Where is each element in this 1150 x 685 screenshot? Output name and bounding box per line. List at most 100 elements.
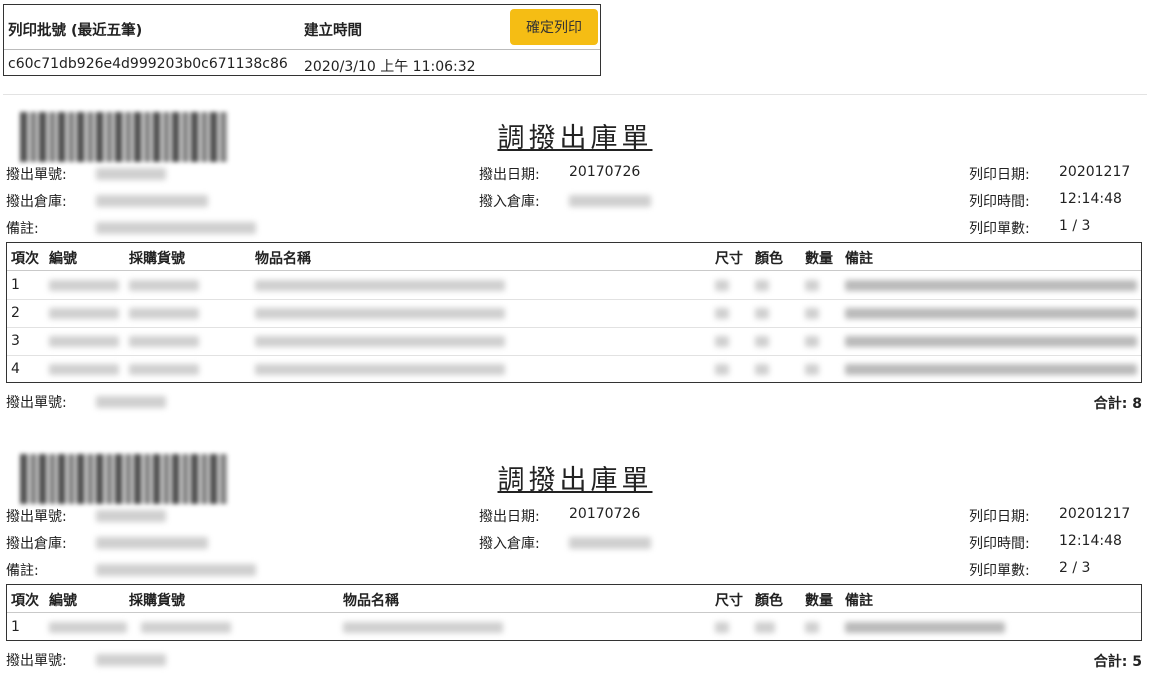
table-row: 2 (7, 299, 1141, 328)
total-quantity: 合計: 8 (1094, 393, 1142, 413)
col-purchase-header: 採購貨號 (129, 251, 185, 267)
out-warehouse-value-redacted (96, 537, 208, 549)
redacted-cell (845, 336, 1137, 347)
col-remark-header: 備註 (845, 251, 873, 267)
redacted-cell (715, 336, 729, 347)
out-no-value-redacted (96, 168, 166, 180)
redacted-cell (845, 280, 1137, 291)
redacted-cell (715, 308, 729, 319)
print-time-value: 12:14:48 (1059, 191, 1122, 207)
redacted-cell (845, 364, 1137, 375)
redacted-cell (845, 308, 1137, 319)
row-seq: 1 (11, 277, 20, 293)
print-time-label: 列印時間: (969, 536, 1030, 552)
batch-header-row: 列印批號 (最近五筆) 建立時間 確定列印 (4, 5, 600, 50)
confirm-print-button[interactable]: 確定列印 (510, 9, 598, 45)
col-size-header: 尺寸 (715, 593, 743, 609)
out-no-value-redacted (96, 510, 166, 522)
redacted-cell (755, 336, 769, 347)
out-date-label: 撥出日期: (479, 509, 540, 525)
table-row: 3 (7, 327, 1141, 356)
row-seq: 1 (11, 619, 20, 635)
redacted-cell (141, 622, 231, 633)
redacted-cell (49, 308, 119, 319)
row-seq: 4 (11, 361, 20, 377)
redacted-cell (129, 364, 199, 375)
total-label: 合計: (1093, 396, 1128, 412)
out-warehouse-label: 撥出倉庫: (6, 536, 67, 552)
print-time-value: 12:14:48 (1059, 533, 1122, 549)
col-qty-header: 數量 (805, 593, 833, 609)
created-time-column-header: 建立時間 (304, 23, 362, 39)
redacted-cell (715, 280, 729, 291)
redacted-cell (49, 622, 127, 633)
items-table: 項次 編號 採購貨號 物品名稱 尺寸 顏色 數量 備註 1 2 3 4 (6, 242, 1142, 383)
batch-id: c60c71db926e4d999203b0c671138c86 (8, 56, 288, 72)
print-date-label: 列印日期: (969, 167, 1030, 183)
print-count-value: 1 / 3 (1059, 218, 1091, 234)
row-seq: 2 (11, 305, 20, 321)
print-time-label: 列印時間: (969, 194, 1030, 210)
remark-label: 備註: (6, 563, 39, 579)
redacted-cell (715, 622, 729, 633)
col-remark-header: 備註 (845, 593, 873, 609)
print-batch-table: 列印批號 (最近五筆) 建立時間 確定列印 c60c71db926e4d9992… (3, 4, 601, 76)
batch-column-header: 列印批號 (最近五筆) (8, 23, 143, 39)
out-date-value: 20170726 (569, 506, 641, 522)
col-name-header: 物品名稱 (343, 593, 399, 609)
redacted-cell (805, 364, 819, 375)
items-table-header: 項次 編號 採購貨號 物品名稱 尺寸 顏色 數量 備註 (7, 243, 1141, 271)
redacted-cell (49, 280, 119, 291)
redacted-cell (805, 308, 819, 319)
footer-out-no-label: 撥出單號: (6, 653, 67, 669)
redacted-cell (805, 336, 819, 347)
total-value: 5 (1132, 654, 1142, 670)
redacted-cell (755, 280, 769, 291)
table-row: 1 (7, 271, 1141, 300)
col-seq-header: 項次 (11, 251, 39, 267)
in-warehouse-label: 撥入倉庫: (479, 194, 540, 210)
out-date-label: 撥出日期: (479, 167, 540, 183)
col-color-header: 顏色 (755, 593, 783, 609)
total-label: 合計: (1093, 654, 1128, 670)
col-name-header: 物品名稱 (255, 251, 311, 267)
out-warehouse-value-redacted (96, 195, 208, 207)
redacted-cell (755, 364, 769, 375)
redacted-cell (343, 622, 503, 633)
redacted-cell (129, 308, 199, 319)
redacted-cell (255, 364, 505, 375)
table-row: 1 (7, 613, 1141, 641)
in-warehouse-value-redacted (569, 195, 651, 207)
footer-out-no-redacted (96, 396, 166, 408)
col-color-header: 顏色 (755, 251, 783, 267)
redacted-cell (755, 308, 769, 319)
remark-label: 備註: (6, 221, 39, 237)
redacted-cell (755, 622, 775, 633)
section-divider (3, 94, 1147, 95)
redacted-cell (255, 336, 505, 347)
redacted-cell (49, 336, 119, 347)
out-date-value: 20170726 (569, 164, 641, 180)
redacted-cell (129, 280, 199, 291)
out-warehouse-label: 撥出倉庫: (6, 194, 67, 210)
redacted-cell (715, 364, 729, 375)
print-count-label: 列印單數: (969, 563, 1030, 579)
redacted-cell (805, 280, 819, 291)
batch-row[interactable]: c60c71db926e4d999203b0c671138c86 2020/3/… (4, 50, 600, 77)
out-no-label: 撥出單號: (6, 509, 67, 525)
redacted-cell (845, 622, 1005, 633)
col-size-header: 尺寸 (715, 251, 743, 267)
redacted-cell (129, 336, 199, 347)
in-warehouse-value-redacted (569, 537, 651, 549)
footer-out-no-redacted (96, 654, 166, 666)
remark-value-redacted (96, 222, 256, 234)
col-code-header: 編號 (49, 251, 77, 267)
col-seq-header: 項次 (11, 593, 39, 609)
table-row: 4 (7, 355, 1141, 383)
row-seq: 3 (11, 333, 20, 349)
redacted-cell (805, 622, 819, 633)
total-quantity: 合計: 5 (1094, 651, 1142, 671)
items-table: 項次 編號 採購貨號 物品名稱 尺寸 顏色 數量 備註 1 (6, 584, 1142, 641)
total-value: 8 (1132, 396, 1142, 412)
out-no-label: 撥出單號: (6, 167, 67, 183)
